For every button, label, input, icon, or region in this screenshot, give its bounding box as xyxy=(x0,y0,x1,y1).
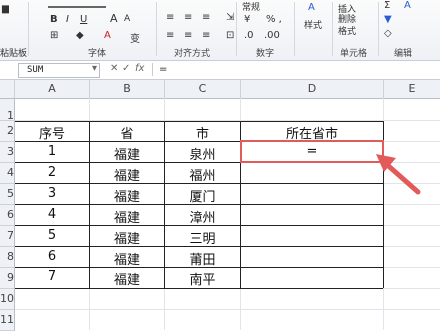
table-cell[interactable]: 三明 xyxy=(165,228,240,247)
table-cell[interactable]: 福州 xyxy=(165,165,240,184)
wrap-text-icon[interactable]: ⇲ xyxy=(226,12,234,23)
column-header[interactable]: B xyxy=(90,80,165,99)
font-group-label: 字体 xyxy=(88,49,107,59)
table-cell[interactable]: 福建 xyxy=(90,207,164,226)
row-header[interactable]: 2 xyxy=(0,121,15,142)
decrease-decimal-icon[interactable]: .00 xyxy=(264,30,280,41)
column-header[interactable]: A xyxy=(15,80,90,99)
table-cell[interactable]: 厦门 xyxy=(165,186,240,205)
table-header-cell[interactable]: 市 xyxy=(165,123,240,142)
table-cell[interactable]: 福建 xyxy=(90,249,164,268)
autosum-button[interactable]: Σ xyxy=(384,0,390,11)
table-cell[interactable]: 福建 xyxy=(90,269,164,288)
table-cell[interactable]: 福建 xyxy=(90,165,164,184)
increase-decimal-icon[interactable]: .0 xyxy=(244,30,254,41)
align-top-icon[interactable]: ≡ xyxy=(166,12,174,23)
currency-icon[interactable]: ¥ xyxy=(244,14,250,25)
ribbon: ▆ 粘贴板 B I U A A ⊞ ◆ A 变 字体 ≡ ≡ ≡ ⇲ ≡ ≡ ≡… xyxy=(0,0,440,61)
table-cell[interactable]: 1 xyxy=(15,144,89,159)
table-cell[interactable]: 5 xyxy=(15,228,89,243)
table-cell[interactable]: 莆田 xyxy=(165,249,240,268)
clipboard-group-label: 粘贴板 xyxy=(0,49,28,59)
insert-function-button[interactable]: fx xyxy=(135,63,144,74)
table-header-cell[interactable]: 序号 xyxy=(15,123,89,142)
phonetic-button[interactable]: 变 xyxy=(130,30,140,45)
styles-icon[interactable]: A xyxy=(308,2,315,13)
align-bottom-icon[interactable]: ≡ xyxy=(202,12,210,23)
row-header[interactable]: 3 xyxy=(0,142,15,163)
cells-group-label: 单元格 xyxy=(340,49,368,59)
sort-button[interactable]: A xyxy=(404,0,411,11)
styles-button[interactable]: 样式 xyxy=(304,18,322,31)
table-cell[interactable]: 7 xyxy=(15,269,89,284)
clear-icon[interactable]: ◇ xyxy=(384,28,392,39)
italic-button[interactable]: I xyxy=(66,14,69,25)
table-cell[interactable]: 2 xyxy=(15,165,89,180)
table-cell[interactable]: 漳州 xyxy=(165,207,240,226)
row-header[interactable]: 9 xyxy=(0,268,15,289)
align-right-icon[interactable]: ≡ xyxy=(202,30,210,41)
border-icon[interactable]: ⊞ xyxy=(50,30,58,41)
enter-button[interactable]: ✓ xyxy=(122,63,130,74)
column-header[interactable]: D xyxy=(241,80,384,99)
underline-button[interactable]: U xyxy=(80,14,87,25)
align-middle-icon[interactable]: ≡ xyxy=(184,12,192,23)
alignment-group-label: 对齐方式 xyxy=(174,49,211,59)
bold-button[interactable]: B xyxy=(50,14,58,25)
row-header[interactable]: 6 xyxy=(0,205,15,226)
table-cell[interactable]: 6 xyxy=(15,249,89,264)
format-button[interactable]: 格式 xyxy=(338,24,356,37)
annotation-arrow-icon xyxy=(376,154,421,195)
column-header[interactable]: E xyxy=(384,80,440,99)
percent-button[interactable]: % , xyxy=(266,14,282,25)
row-header[interactable]: 1 xyxy=(0,99,15,122)
number-group-label: 数字 xyxy=(256,49,275,59)
table-cell[interactable]: 泉州 xyxy=(165,144,240,163)
column-header[interactable]: C xyxy=(165,80,241,99)
paste-icon[interactable]: ▆ xyxy=(2,4,9,14)
align-left-icon[interactable]: ≡ xyxy=(166,30,174,41)
select-all-corner[interactable] xyxy=(0,80,15,99)
table-cell[interactable]: 福建 xyxy=(90,186,164,205)
font-color-button[interactable]: A xyxy=(104,30,111,41)
font-name-box[interactable] xyxy=(48,6,106,8)
row-header[interactable]: 4 xyxy=(0,163,15,184)
row-header[interactable]: 8 xyxy=(0,247,15,268)
table-header-cell[interactable]: 省 xyxy=(90,123,164,142)
cell-selection-highlight xyxy=(240,140,384,163)
table-cell[interactable]: 福建 xyxy=(90,144,164,163)
font-grow-button[interactable]: A xyxy=(110,12,118,25)
row-header[interactable]: 7 xyxy=(0,226,15,247)
name-box-dropdown-icon[interactable]: ▾ xyxy=(92,63,97,74)
name-box[interactable]: SUM xyxy=(18,63,100,78)
table-cell[interactable]: 3 xyxy=(15,186,89,201)
formula-input[interactable]: = xyxy=(152,63,440,76)
formula-bar: SUM ▾ ✕ ✓ fx = xyxy=(0,61,440,80)
row-header[interactable]: 10 xyxy=(0,289,15,310)
editing-group-label: 编辑 xyxy=(394,49,413,59)
number-format-select[interactable]: 常规 xyxy=(242,0,260,13)
align-center-icon[interactable]: ≡ xyxy=(184,30,192,41)
cancel-button[interactable]: ✕ xyxy=(110,63,118,74)
font-shrink-button[interactable]: A xyxy=(124,14,130,24)
table-cell[interactable]: 4 xyxy=(15,207,89,222)
fill-color-icon[interactable]: ◆ xyxy=(76,30,84,41)
row-header[interactable]: 5 xyxy=(0,184,15,205)
merge-icon[interactable]: ⊡ xyxy=(226,30,234,41)
row-header[interactable]: 11 xyxy=(0,310,15,331)
worksheet-grid[interactable]: A B C D E 1 2 3 4 5 6 7 8 9 10 11 序号 省 市… xyxy=(0,80,440,331)
table-cell[interactable]: 南平 xyxy=(165,269,240,288)
fill-icon[interactable]: ▼ xyxy=(384,14,392,25)
table-cell[interactable]: 福建 xyxy=(90,228,164,247)
